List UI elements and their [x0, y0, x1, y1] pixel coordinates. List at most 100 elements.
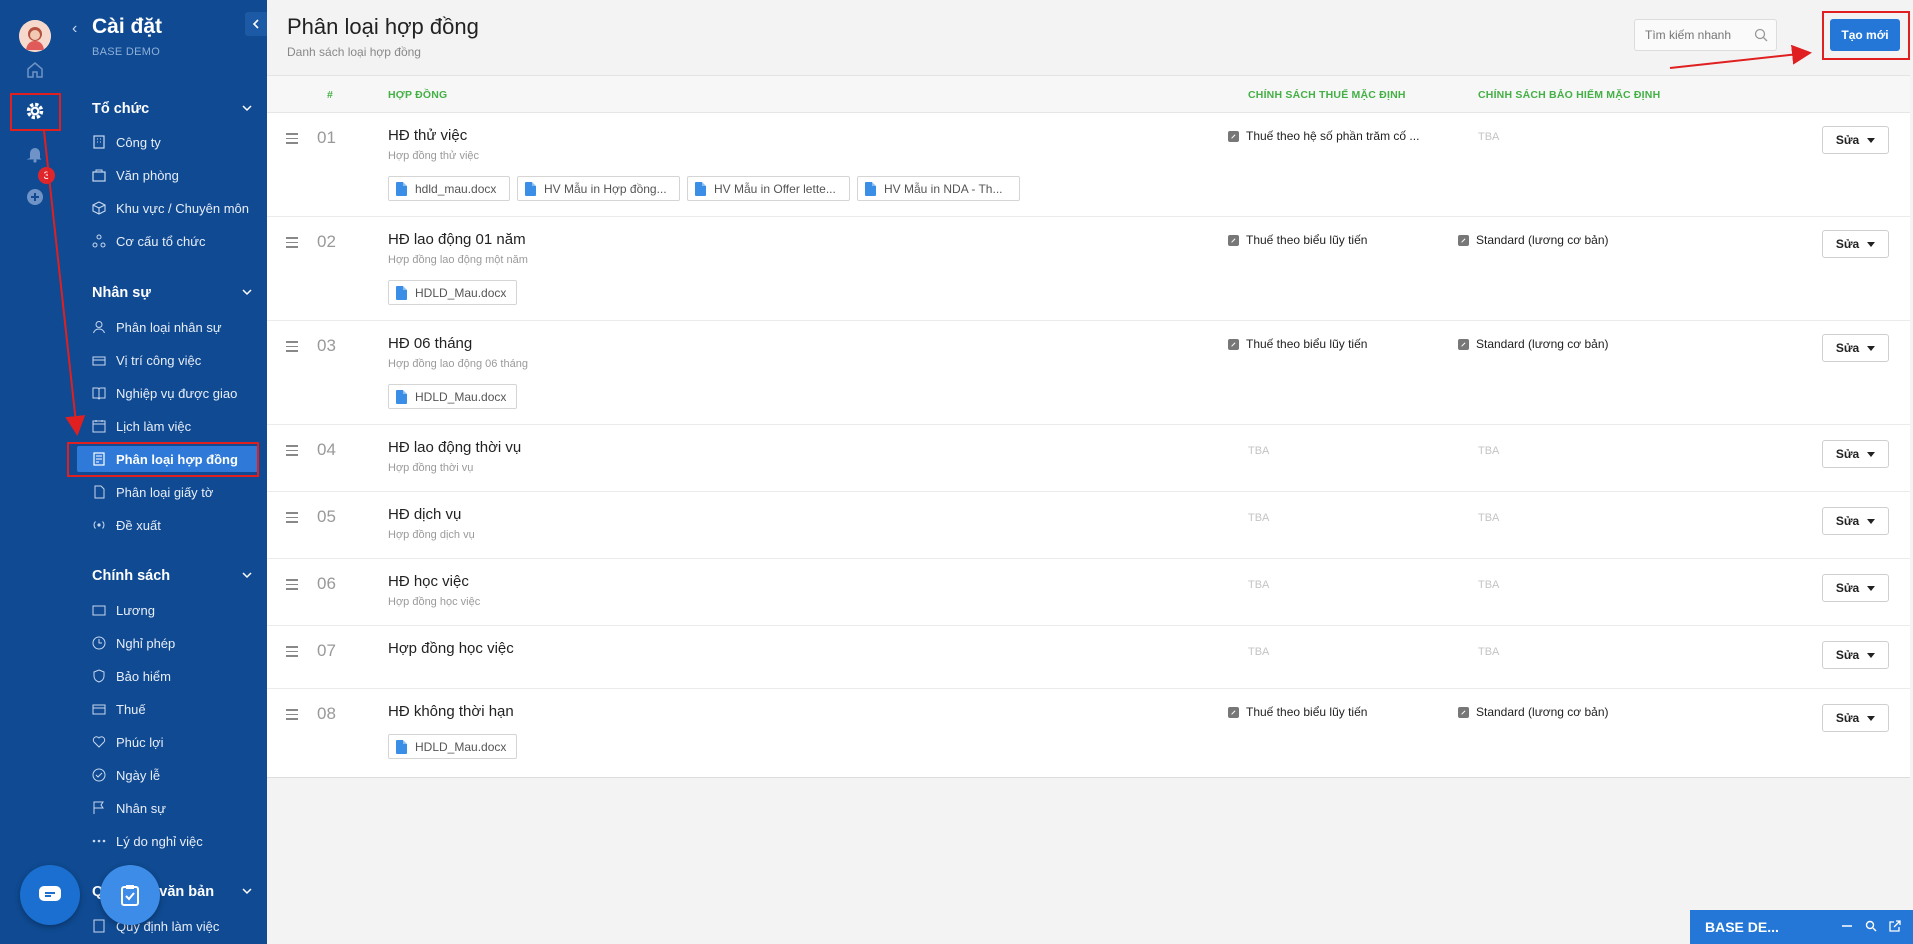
table-row: 03 HĐ 06 tháng Hợp đồng lao động 06 thán…	[267, 321, 1910, 425]
external-link-icon	[1458, 706, 1469, 718]
task-button[interactable]	[100, 865, 160, 925]
drag-handle-icon[interactable]	[286, 512, 298, 526]
drag-handle-icon[interactable]	[286, 341, 298, 355]
sidebar-item-co-cau[interactable]: Cơ cấu tổ chức	[92, 230, 257, 252]
insurance-policy-label: Standard (lương cơ bản)	[1476, 337, 1609, 351]
collapse-sidebar-button[interactable]	[245, 12, 267, 36]
back-chevron-icon[interactable]: ‹	[72, 20, 77, 38]
caret-down-icon	[1867, 715, 1876, 721]
chevron-down-icon	[242, 888, 252, 895]
user-avatar[interactable]	[19, 20, 51, 52]
file-attachment[interactable]: HDLD_Mau.docx	[388, 384, 517, 409]
section-chinh-sach[interactable]: Chính sách	[92, 568, 252, 584]
search-icon[interactable]	[1865, 920, 1877, 932]
insurance-policy[interactable]: Standard (lương cơ bản)	[1458, 233, 1609, 247]
sidebar-item-ly-do-nghi-viec[interactable]: Lý do nghỉ việc	[92, 830, 257, 852]
edit-button[interactable]: Sửa	[1822, 507, 1889, 535]
sidebar-subtitle: BASE DEMO	[92, 46, 161, 58]
sidebar-item-van-phong[interactable]: Văn phòng	[92, 164, 257, 186]
file-attachment[interactable]: HDLD_Mau.docx	[388, 734, 517, 759]
quick-search[interactable]	[1634, 19, 1777, 51]
sidebar-item-nghiep-vu[interactable]: Nghiệp vụ được giao	[92, 382, 257, 404]
drag-handle-icon[interactable]	[286, 709, 298, 723]
sidebar-item-ngay-le[interactable]: Ngày lễ	[92, 764, 257, 786]
external-link-icon[interactable]	[1889, 920, 1901, 932]
file-attachment[interactable]: hdld_mau.docx	[388, 176, 510, 201]
col-contract: HỢP ĐỒNG	[388, 89, 448, 101]
nav-label: Khu vực / Chuyên môn	[116, 200, 249, 216]
contract-name: Hợp đồng học việc	[388, 640, 514, 657]
file-name: HDLD_Mau.docx	[415, 739, 507, 754]
nav-label: Bảo hiểm	[116, 668, 171, 684]
table-row: 06 HĐ học việc Hợp đồng học việc TBA TBA…	[267, 559, 1910, 626]
bell-icon[interactable]	[22, 141, 48, 167]
search-input[interactable]	[1635, 20, 1745, 50]
contract-name: HĐ dịch vụ	[388, 506, 462, 523]
contract-name: HĐ lao động 01 năm	[388, 231, 526, 248]
sidebar-item-phan-loai-giay-to[interactable]: Phân loại giấy tờ	[92, 481, 257, 503]
sidebar-item-bao-hiem[interactable]: Bảo hiểm	[92, 665, 257, 687]
sidebar-item-cong-ty[interactable]: Công ty	[92, 131, 257, 153]
sidebar-item-thue[interactable]: Thuế	[92, 698, 257, 720]
tax-policy: TBA	[1248, 512, 1270, 524]
wallet-icon	[92, 603, 106, 617]
edit-label: Sửa	[1835, 514, 1860, 528]
contract-name: HĐ 06 tháng	[388, 335, 473, 352]
sidebar-item-luong[interactable]: Lương	[92, 599, 257, 621]
sidebar-item-nghi-phep[interactable]: Nghỉ phép	[92, 632, 257, 654]
tax-policy[interactable]: Thuế theo hệ số phần trăm cố ...	[1228, 129, 1419, 143]
edit-button[interactable]: Sửa	[1822, 334, 1889, 362]
sidebar-item-lich-lam-viec[interactable]: Lịch làm việc	[92, 415, 257, 437]
edit-button[interactable]: Sửa	[1822, 641, 1889, 669]
chat-icon	[39, 886, 61, 901]
edit-button[interactable]: Sửa	[1822, 574, 1889, 602]
table-row: 08 HĐ không thời hạn HDLD_Mau.docx Thuế …	[267, 689, 1910, 777]
drag-handle-icon[interactable]	[286, 133, 298, 147]
contract-types-table: # HỢP ĐỒNG CHÍNH SÁCH THUẾ MẶC ĐỊNH CHÍN…	[267, 75, 1910, 778]
chat-button[interactable]	[20, 865, 80, 925]
minimize-icon[interactable]	[1841, 920, 1853, 932]
chat-window-bar[interactable]: BASE DE...	[1690, 910, 1913, 944]
file-name: HDLD_Mau.docx	[415, 285, 507, 300]
drag-handle-icon[interactable]	[286, 646, 298, 660]
tax-policy[interactable]: Thuế theo biểu lũy tiến	[1228, 705, 1367, 719]
section-label: Tổ chức	[92, 101, 150, 117]
insurance-policy-label: Standard (lương cơ bản)	[1476, 233, 1609, 247]
sidebar-item-phan-loai-nhan-su[interactable]: Phân loại nhân sự	[92, 316, 257, 338]
section-nhan-su[interactable]: Nhân sự	[92, 285, 252, 301]
tax-policy[interactable]: Thuế theo biểu lũy tiến	[1228, 233, 1367, 247]
tax-policy: TBA	[1248, 579, 1270, 591]
sidebar-item-khu-vuc[interactable]: Khu vực / Chuyên môn	[92, 197, 257, 219]
calendar-icon	[92, 419, 106, 433]
drag-handle-icon[interactable]	[286, 579, 298, 593]
section-to-chuc[interactable]: Tổ chức	[92, 101, 252, 117]
sidebar-item-phuc-loi[interactable]: Phúc lợi	[92, 731, 257, 753]
sidebar-item-vi-tri[interactable]: Vị trí công việc	[92, 349, 257, 371]
file-attachment[interactable]: HV Mẫu in NDA - Th...	[857, 176, 1020, 201]
file-name: HV Mẫu in Hợp đồng...	[544, 181, 667, 196]
drag-handle-icon[interactable]	[286, 237, 298, 251]
home-icon[interactable]	[22, 57, 48, 83]
file-attachment[interactable]: HV Mẫu in Offer lette...	[687, 176, 850, 201]
file-attachment[interactable]: HDLD_Mau.docx	[388, 280, 517, 305]
insurance-policy[interactable]: Standard (lương cơ bản)	[1458, 337, 1609, 351]
drag-handle-icon[interactable]	[286, 445, 298, 459]
edit-button[interactable]: Sửa	[1822, 440, 1889, 468]
sidebar-item-de-xuat[interactable]: Đề xuất	[92, 514, 257, 536]
document-icon	[92, 485, 106, 499]
edit-button[interactable]: Sửa	[1822, 230, 1889, 258]
insurance-policy[interactable]: Standard (lương cơ bản)	[1458, 705, 1609, 719]
tax-policy[interactable]: Thuế theo biểu lũy tiến	[1228, 337, 1367, 351]
nav-label: Phân loại giấy tờ	[116, 484, 214, 500]
edit-button[interactable]: Sửa	[1822, 126, 1889, 154]
table-row: 02 HĐ lao động 01 năm Hợp đồng lao động …	[267, 217, 1910, 321]
section-label-tail: văn bản	[159, 884, 215, 900]
building-icon	[92, 135, 106, 149]
add-circle-icon[interactable]	[22, 184, 48, 210]
sidebar-item-nhan-su-policy[interactable]: Nhân sự	[92, 797, 257, 819]
docx-icon	[396, 181, 407, 196]
file-attachment[interactable]: HV Mẫu in Hợp đồng...	[517, 176, 680, 201]
edit-label: Sửa	[1835, 341, 1860, 355]
broadcast-icon	[92, 518, 106, 532]
edit-button[interactable]: Sửa	[1822, 704, 1889, 732]
